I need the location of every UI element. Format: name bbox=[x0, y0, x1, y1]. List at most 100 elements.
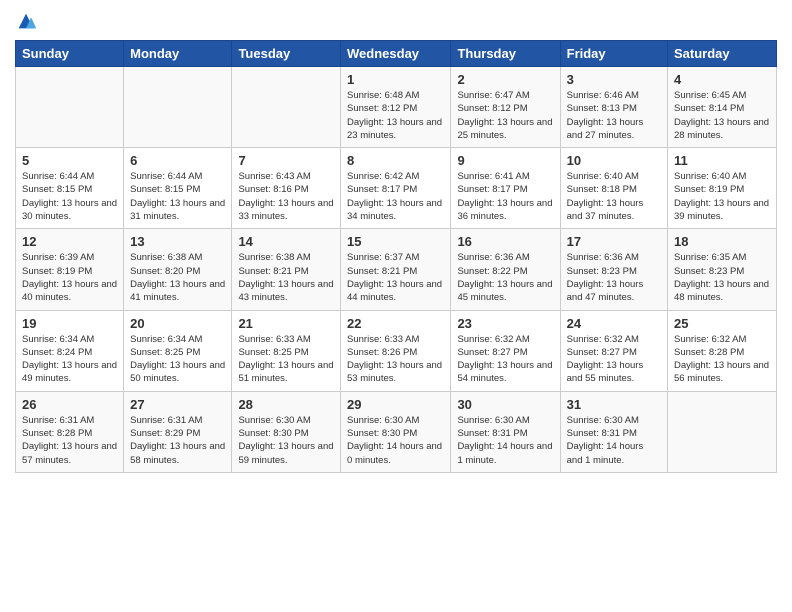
calendar-cell bbox=[668, 391, 777, 472]
calendar-cell bbox=[232, 67, 341, 148]
day-number: 26 bbox=[22, 397, 117, 412]
day-info: Sunrise: 6:38 AM Sunset: 8:21 PM Dayligh… bbox=[238, 251, 334, 304]
page: SundayMondayTuesdayWednesdayThursdayFrid… bbox=[0, 0, 792, 612]
day-info: Sunrise: 6:36 AM Sunset: 8:23 PM Dayligh… bbox=[567, 251, 661, 304]
calendar-cell: 25 Sunrise: 6:32 AM Sunset: 8:28 PM Dayli… bbox=[668, 310, 777, 391]
calendar-week-row: 5 Sunrise: 6:44 AM Sunset: 8:15 PM Daylig… bbox=[16, 148, 777, 229]
calendar-cell: 26 Sunrise: 6:31 AM Sunset: 8:28 PM Dayli… bbox=[16, 391, 124, 472]
calendar-header-row: SundayMondayTuesdayWednesdayThursdayFrid… bbox=[16, 41, 777, 67]
day-info: Sunrise: 6:45 AM Sunset: 8:14 PM Dayligh… bbox=[674, 89, 770, 142]
calendar-cell: 17Sunrise: 6:36 AM Sunset: 8:23 PM Dayli… bbox=[560, 229, 667, 310]
calendar-cell: 11 Sunrise: 6:40 AM Sunset: 8:19 PM Dayli… bbox=[668, 148, 777, 229]
day-number: 2 bbox=[457, 72, 553, 87]
day-info: Sunrise: 6:33 AM Sunset: 8:25 PM Dayligh… bbox=[238, 333, 334, 386]
day-info: Sunrise: 6:33 AM Sunset: 8:26 PM Dayligh… bbox=[347, 333, 444, 386]
header bbox=[15, 10, 777, 32]
day-number: 1 bbox=[347, 72, 444, 87]
day-number: 9 bbox=[457, 153, 553, 168]
calendar-cell: 31 Sunrise: 6:30 AM Sunset: 8:31 PM Dayli… bbox=[560, 391, 667, 472]
day-number: 6 bbox=[130, 153, 225, 168]
calendar-table: SundayMondayTuesdayWednesdayThursdayFrid… bbox=[15, 40, 777, 473]
day-number: 13 bbox=[130, 234, 225, 249]
calendar-week-row: 1 Sunrise: 6:48 AM Sunset: 8:12 PM Daylig… bbox=[16, 67, 777, 148]
day-info: Sunrise: 6:44 AM Sunset: 8:15 PM Dayligh… bbox=[22, 170, 117, 223]
day-info: Sunrise: 6:37 AM Sunset: 8:21 PM Dayligh… bbox=[347, 251, 444, 304]
day-info: Sunrise: 6:31 AM Sunset: 8:29 PM Dayligh… bbox=[130, 414, 225, 467]
day-info: Sunrise: 6:31 AM Sunset: 8:28 PM Dayligh… bbox=[22, 414, 117, 467]
calendar-cell: 6 Sunrise: 6:44 AM Sunset: 8:15 PM Daylig… bbox=[124, 148, 232, 229]
calendar-cell: 1 Sunrise: 6:48 AM Sunset: 8:12 PM Daylig… bbox=[341, 67, 451, 148]
calendar-cell: 14 Sunrise: 6:38 AM Sunset: 8:21 PM Dayli… bbox=[232, 229, 341, 310]
calendar-week-row: 12 Sunrise: 6:39 AM Sunset: 8:19 PM Dayli… bbox=[16, 229, 777, 310]
calendar-cell: 29 Sunrise: 6:30 AM Sunset: 8:30 PM Dayli… bbox=[341, 391, 451, 472]
calendar-cell: 10Sunrise: 6:40 AM Sunset: 8:18 PM Dayli… bbox=[560, 148, 667, 229]
calendar-cell: 12 Sunrise: 6:39 AM Sunset: 8:19 PM Dayli… bbox=[16, 229, 124, 310]
calendar-cell: 18 Sunrise: 6:35 AM Sunset: 8:23 PM Dayli… bbox=[668, 229, 777, 310]
day-info: Sunrise: 6:48 AM Sunset: 8:12 PM Dayligh… bbox=[347, 89, 444, 142]
day-number: 25 bbox=[674, 316, 770, 331]
day-info: Sunrise: 6:32 AM Sunset: 8:28 PM Dayligh… bbox=[674, 333, 770, 386]
calendar-cell: 22 Sunrise: 6:33 AM Sunset: 8:26 PM Dayli… bbox=[341, 310, 451, 391]
calendar-cell: 27 Sunrise: 6:31 AM Sunset: 8:29 PM Dayli… bbox=[124, 391, 232, 472]
day-number: 7 bbox=[238, 153, 334, 168]
calendar-cell: 19 Sunrise: 6:34 AM Sunset: 8:24 PM Dayli… bbox=[16, 310, 124, 391]
day-header-thursday: Thursday bbox=[451, 41, 560, 67]
day-info: Sunrise: 6:30 AM Sunset: 8:31 PM Dayligh… bbox=[567, 414, 661, 467]
calendar-cell: 16 Sunrise: 6:36 AM Sunset: 8:22 PM Dayli… bbox=[451, 229, 560, 310]
day-number: 19 bbox=[22, 316, 117, 331]
day-info: Sunrise: 6:35 AM Sunset: 8:23 PM Dayligh… bbox=[674, 251, 770, 304]
day-number: 12 bbox=[22, 234, 117, 249]
day-number: 16 bbox=[457, 234, 553, 249]
calendar-cell: 24 Sunrise: 6:32 AM Sunset: 8:27 PM Dayli… bbox=[560, 310, 667, 391]
calendar-cell: 13 Sunrise: 6:38 AM Sunset: 8:20 PM Dayli… bbox=[124, 229, 232, 310]
day-number: 31 bbox=[567, 397, 661, 412]
calendar-cell bbox=[16, 67, 124, 148]
day-header-friday: Friday bbox=[560, 41, 667, 67]
calendar-cell: 23 Sunrise: 6:32 AM Sunset: 8:27 PM Dayli… bbox=[451, 310, 560, 391]
day-info: Sunrise: 6:34 AM Sunset: 8:25 PM Dayligh… bbox=[130, 333, 225, 386]
day-info: Sunrise: 6:30 AM Sunset: 8:31 PM Dayligh… bbox=[457, 414, 553, 467]
calendar-cell: 20Sunrise: 6:34 AM Sunset: 8:25 PM Dayli… bbox=[124, 310, 232, 391]
logo bbox=[15, 10, 41, 32]
day-number: 21 bbox=[238, 316, 334, 331]
day-number: 23 bbox=[457, 316, 553, 331]
calendar-cell: 8Sunrise: 6:42 AM Sunset: 8:17 PM Daylig… bbox=[341, 148, 451, 229]
day-number: 3 bbox=[567, 72, 661, 87]
calendar-cell: 3 Sunrise: 6:46 AM Sunset: 8:13 PM Daylig… bbox=[560, 67, 667, 148]
calendar-cell: 30Sunrise: 6:30 AM Sunset: 8:31 PM Dayli… bbox=[451, 391, 560, 472]
day-info: Sunrise: 6:38 AM Sunset: 8:20 PM Dayligh… bbox=[130, 251, 225, 304]
day-info: Sunrise: 6:32 AM Sunset: 8:27 PM Dayligh… bbox=[567, 333, 661, 386]
day-info: Sunrise: 6:32 AM Sunset: 8:27 PM Dayligh… bbox=[457, 333, 553, 386]
day-info: Sunrise: 6:40 AM Sunset: 8:18 PM Dayligh… bbox=[567, 170, 661, 223]
day-info: Sunrise: 6:30 AM Sunset: 8:30 PM Dayligh… bbox=[347, 414, 444, 467]
calendar-cell: 21 Sunrise: 6:33 AM Sunset: 8:25 PM Dayli… bbox=[232, 310, 341, 391]
calendar-cell: 15Sunrise: 6:37 AM Sunset: 8:21 PM Dayli… bbox=[341, 229, 451, 310]
day-info: Sunrise: 6:30 AM Sunset: 8:30 PM Dayligh… bbox=[238, 414, 334, 467]
calendar-cell: 5 Sunrise: 6:44 AM Sunset: 8:15 PM Daylig… bbox=[16, 148, 124, 229]
day-number: 24 bbox=[567, 316, 661, 331]
logo-icon bbox=[15, 10, 37, 32]
day-header-sunday: Sunday bbox=[16, 41, 124, 67]
calendar-cell: 2 Sunrise: 6:47 AM Sunset: 8:12 PM Daylig… bbox=[451, 67, 560, 148]
day-number: 22 bbox=[347, 316, 444, 331]
day-header-saturday: Saturday bbox=[668, 41, 777, 67]
day-number: 5 bbox=[22, 153, 117, 168]
day-info: Sunrise: 6:44 AM Sunset: 8:15 PM Dayligh… bbox=[130, 170, 225, 223]
day-info: Sunrise: 6:39 AM Sunset: 8:19 PM Dayligh… bbox=[22, 251, 117, 304]
calendar-week-row: 19 Sunrise: 6:34 AM Sunset: 8:24 PM Dayli… bbox=[16, 310, 777, 391]
day-number: 11 bbox=[674, 153, 770, 168]
day-info: Sunrise: 6:36 AM Sunset: 8:22 PM Dayligh… bbox=[457, 251, 553, 304]
day-number: 27 bbox=[130, 397, 225, 412]
day-header-wednesday: Wednesday bbox=[341, 41, 451, 67]
day-info: Sunrise: 6:34 AM Sunset: 8:24 PM Dayligh… bbox=[22, 333, 117, 386]
day-info: Sunrise: 6:42 AM Sunset: 8:17 PM Dayligh… bbox=[347, 170, 444, 223]
day-info: Sunrise: 6:46 AM Sunset: 8:13 PM Dayligh… bbox=[567, 89, 661, 142]
day-header-monday: Monday bbox=[124, 41, 232, 67]
calendar-cell: 7Sunrise: 6:43 AM Sunset: 8:16 PM Daylig… bbox=[232, 148, 341, 229]
day-number: 29 bbox=[347, 397, 444, 412]
calendar-cell: 9Sunrise: 6:41 AM Sunset: 8:17 PM Daylig… bbox=[451, 148, 560, 229]
day-number: 14 bbox=[238, 234, 334, 249]
day-number: 18 bbox=[674, 234, 770, 249]
day-info: Sunrise: 6:40 AM Sunset: 8:19 PM Dayligh… bbox=[674, 170, 770, 223]
day-info: Sunrise: 6:47 AM Sunset: 8:12 PM Dayligh… bbox=[457, 89, 553, 142]
